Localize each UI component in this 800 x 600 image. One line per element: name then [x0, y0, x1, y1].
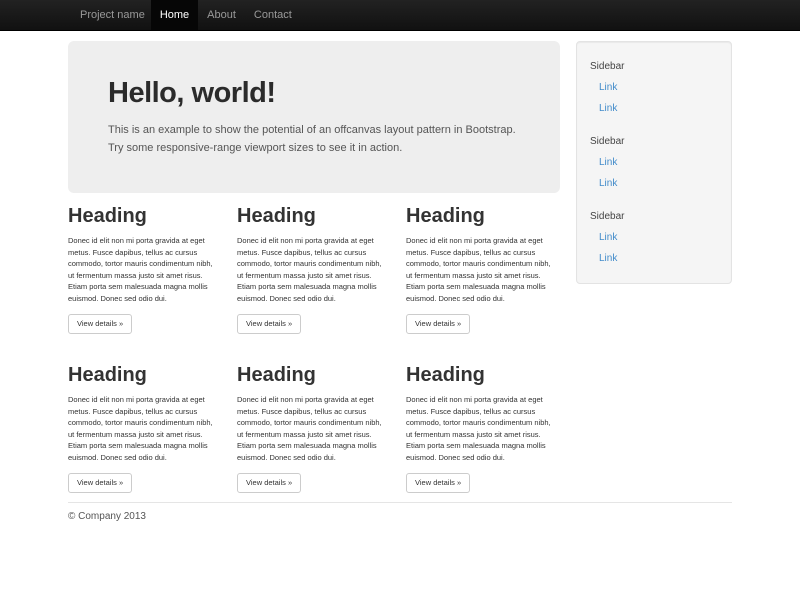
- copyright-text: © Company 2013: [68, 511, 732, 522]
- card-body-text: Donec id elit non mi porta gravida at eg…: [237, 394, 387, 463]
- main-content: Hello, world! This is an example to show…: [68, 41, 732, 493]
- sidebar-link[interactable]: Link: [577, 98, 731, 119]
- nav-item: Contact: [245, 0, 301, 30]
- content-card: Heading Donec id elit non mi porta gravi…: [406, 205, 559, 334]
- jumbotron: Hello, world! This is an example to show…: [68, 41, 560, 193]
- view-details-button[interactable]: View details »: [406, 473, 470, 493]
- content-column: Hello, world! This is an example to show…: [68, 41, 560, 493]
- footer-divider: [68, 502, 732, 503]
- sidebar-link[interactable]: Link: [577, 248, 731, 269]
- view-details-button[interactable]: View details »: [68, 473, 132, 493]
- nav-item-home[interactable]: Home: [151, 0, 198, 30]
- jumbotron-title: Hello, world!: [108, 77, 520, 109]
- sidebar: Sidebar LinkLink Sidebar LinkLink Sideba…: [576, 41, 732, 493]
- nav-item-about[interactable]: About: [198, 0, 245, 30]
- content-card: Heading Donec id elit non mi porta gravi…: [237, 364, 390, 493]
- sidebar-group: Sidebar LinkLink: [577, 131, 731, 194]
- sidebar-group-header: Sidebar: [577, 206, 731, 227]
- card-body-text: Donec id elit non mi porta gravida at eg…: [68, 235, 218, 304]
- card-heading: Heading: [68, 205, 221, 227]
- navbar-menu: Home About Contact: [151, 0, 301, 30]
- content-card: Heading Donec id elit non mi porta gravi…: [406, 364, 559, 493]
- sidebar-group: Sidebar LinkLink: [577, 206, 731, 269]
- view-details-button[interactable]: View details »: [237, 473, 301, 493]
- sidebar-link[interactable]: Link: [577, 173, 731, 194]
- card-heading: Heading: [237, 205, 390, 227]
- content-card: Heading Donec id elit non mi porta gravi…: [68, 364, 221, 493]
- card-heading: Heading: [237, 364, 390, 386]
- content-card: Heading Donec id elit non mi porta gravi…: [68, 205, 221, 334]
- footer: © Company 2013: [68, 502, 732, 522]
- sidebar-group-header: Sidebar: [577, 131, 731, 152]
- jumbotron-text: This is an example to show the potential…: [108, 121, 518, 157]
- sidebar-link[interactable]: Link: [577, 77, 731, 98]
- card-body-text: Donec id elit non mi porta gravida at eg…: [406, 394, 556, 463]
- nav-item-contact[interactable]: Contact: [245, 0, 301, 30]
- card-body-text: Donec id elit non mi porta gravida at eg…: [68, 394, 218, 463]
- nav-item: About: [198, 0, 245, 30]
- nav-item: Home: [151, 0, 198, 30]
- content-card: Heading Donec id elit non mi porta gravi…: [237, 205, 390, 334]
- cards-grid: Heading Donec id elit non mi porta gravi…: [68, 205, 560, 493]
- navbar: Project name Home About Contact: [0, 0, 800, 31]
- page: { "navbar": { "brand": "Project name", "…: [0, 0, 800, 600]
- card-body-text: Donec id elit non mi porta gravida at eg…: [406, 235, 556, 304]
- view-details-button[interactable]: View details »: [406, 314, 470, 334]
- card-body-text: Donec id elit non mi porta gravida at eg…: [237, 235, 387, 304]
- sidebar-link[interactable]: Link: [577, 152, 731, 173]
- card-heading: Heading: [406, 364, 559, 386]
- navbar-brand[interactable]: Project name: [68, 0, 151, 30]
- view-details-button[interactable]: View details »: [237, 314, 301, 334]
- card-heading: Heading: [406, 205, 559, 227]
- view-details-button[interactable]: View details »: [68, 314, 132, 334]
- sidebar-group-header: Sidebar: [577, 56, 731, 77]
- sidebar-link[interactable]: Link: [577, 227, 731, 248]
- navbar-inner: Project name Home About Contact: [68, 0, 732, 30]
- sidebar-group: Sidebar LinkLink: [577, 56, 731, 119]
- card-heading: Heading: [68, 364, 221, 386]
- sidebar-well: Sidebar LinkLink Sidebar LinkLink Sideba…: [576, 41, 732, 284]
